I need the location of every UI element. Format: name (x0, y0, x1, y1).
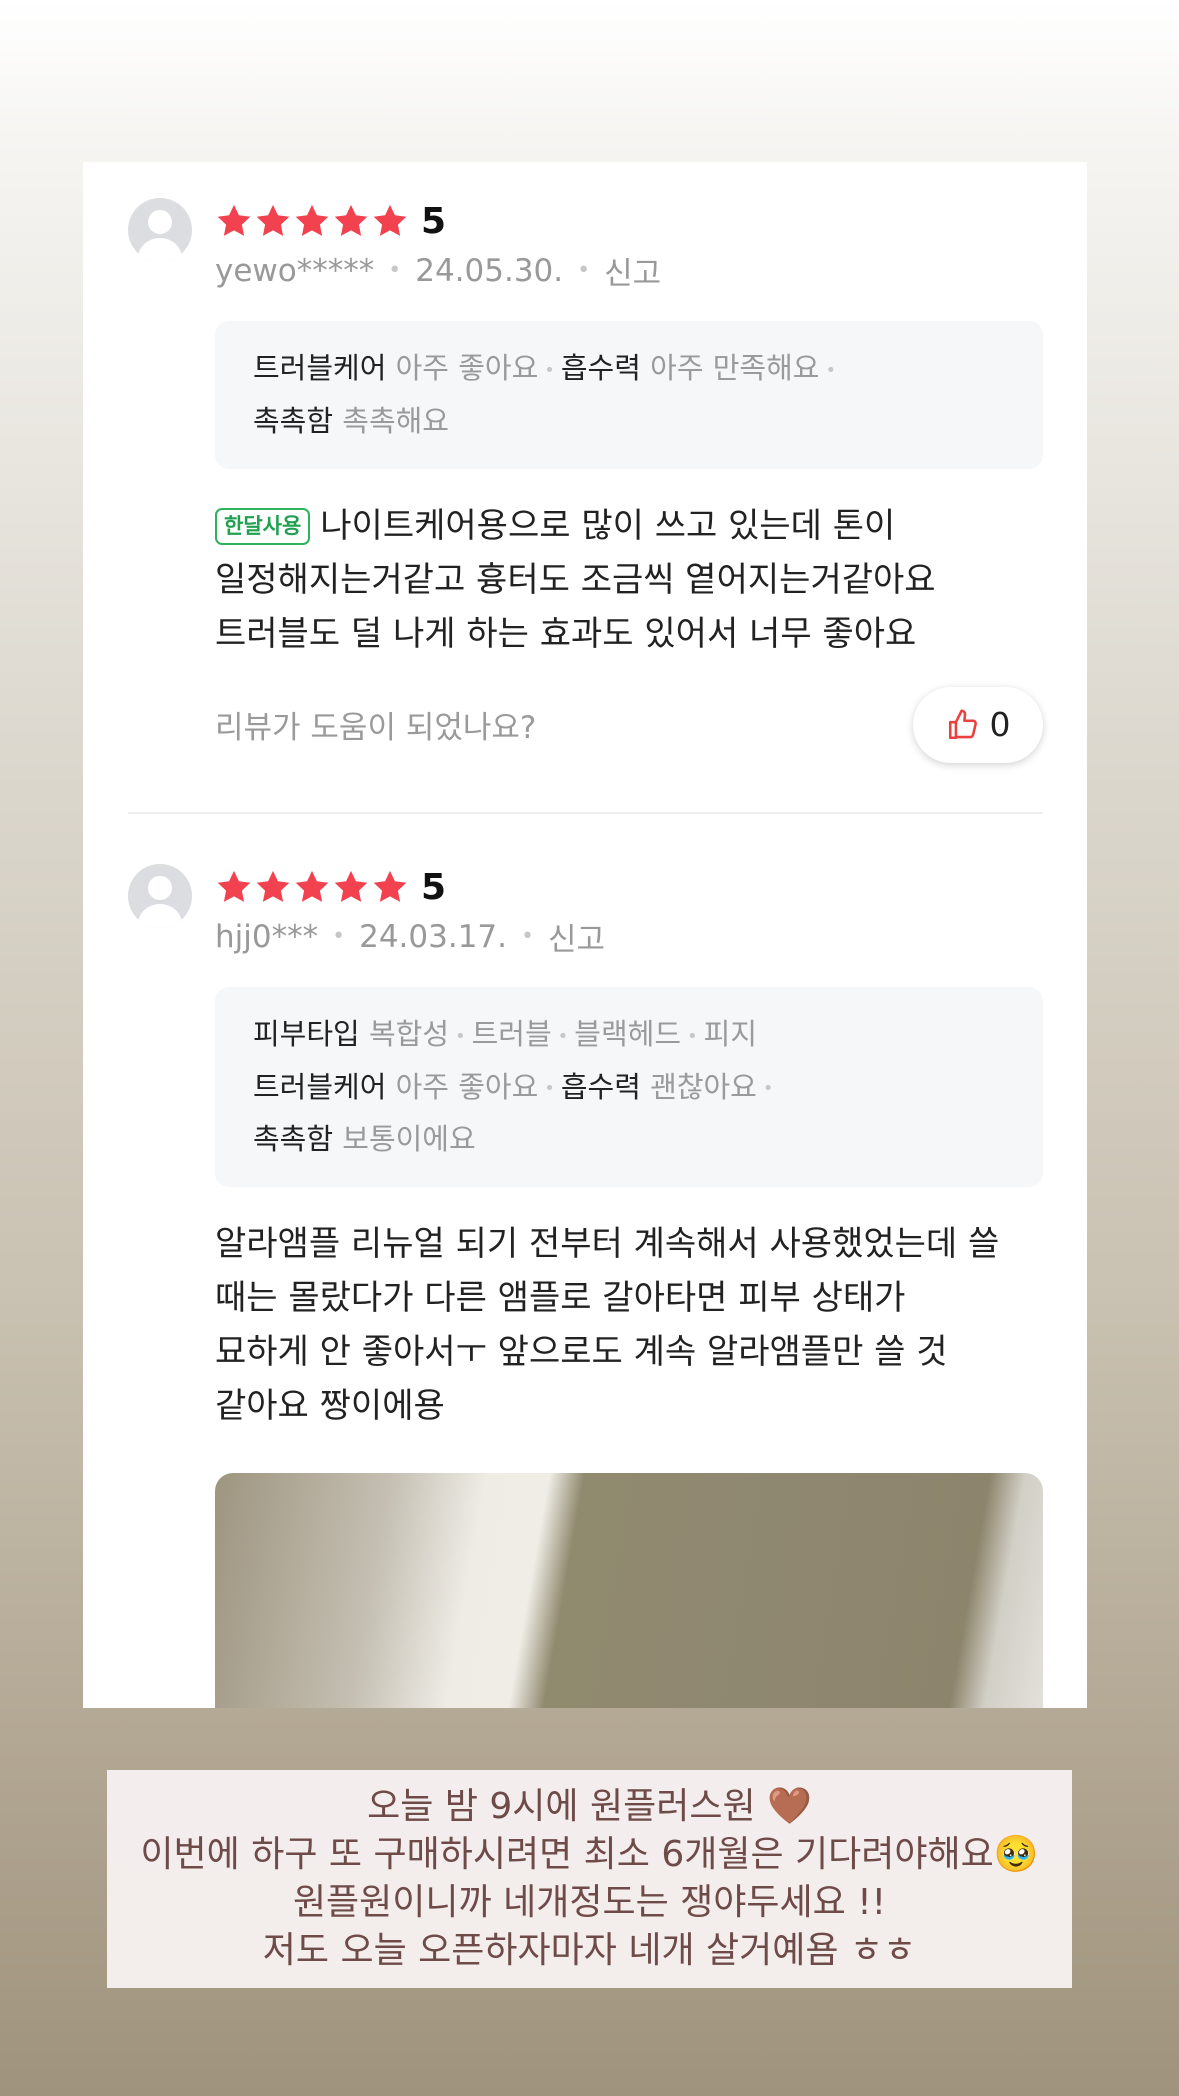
notice-line: 저도 오늘 오픈하자마자 네개 살거예욤 ㅎㅎ (262, 1930, 917, 1971)
spec-key: 트러블케어 (253, 351, 387, 385)
star-rating (215, 202, 409, 240)
review-meta: yewo***** • 24.05.30. • 신고 (215, 248, 1043, 293)
review-date: 24.03.17. (359, 918, 507, 955)
meta-separator: • (521, 924, 534, 949)
spec-line: 트러블케어 아주 좋아요 • 흡수력 아주 만족해요 • (253, 343, 1005, 396)
star-icon (373, 870, 407, 902)
spec-separator: • (544, 359, 555, 381)
notice-line: 오늘 밤 9시에 원플러스원 🤎 (367, 1786, 812, 1827)
thumbs-up-icon (948, 709, 977, 739)
spec-separator: • (455, 1025, 466, 1047)
review-photo[interactable] (215, 1473, 1043, 1708)
star-icon (295, 204, 329, 236)
notice-line: 이번에 하구 또 구매하시려면 최소 6개월은 기다려야해요🥹 (140, 1834, 1039, 1875)
like-count: 0 (989, 705, 1011, 744)
spec-box: 피부타입 복합성 • 트러블 • 블랙헤드 • 피지 트러블케어 아주 좋아요 • 흡수력 괜찮… (215, 987, 1043, 1187)
review-card: 5 yewo***** • 24.05.30. • 신고 트러블케어 아주 좋아… (83, 162, 1087, 1708)
notice-banner: 오늘 밤 9시에 원플러스원 🤎 이번에 하구 또 구매하시려면 최소 6개월은… (107, 1770, 1072, 1988)
review-text-line: 일정해지는거같고 흉터도 조금씩 옅어지는거같아요 (215, 559, 936, 600)
avatar-body-icon (138, 904, 182, 928)
spec-line: 촉촉함 촉촉해요 (253, 396, 1005, 447)
spec-separator: • (762, 1078, 774, 1099)
username: hjj0*** (215, 918, 319, 955)
review-meta: hjj0*** • 24.03.17. • 신고 (215, 914, 1043, 959)
star-rating (215, 868, 409, 906)
star-icon (373, 204, 407, 236)
skin-type-value: 블랙헤드 (574, 1017, 682, 1051)
report-link[interactable]: 신고 (604, 248, 661, 293)
review-text-line: 알라앰플 리뉴얼 되기 전부터 계속해서 사용했었는데 쓸 (215, 1224, 1000, 1264)
rating-value: 5 (421, 200, 447, 242)
review-text-line: 때는 몰랐다가 다른 앰플로 갈아타면 피부 상태가 (215, 1278, 906, 1318)
rating-row: 5 (215, 198, 1043, 244)
spec-value: 아주 만족해요 (650, 351, 820, 385)
star-icon (256, 870, 290, 902)
avatar (128, 198, 192, 262)
skin-type-value: 피지 (703, 1017, 758, 1051)
review-text-line: 같아요 짱이에용 (215, 1386, 445, 1426)
spec-separator: • (687, 1025, 698, 1047)
review-text: 한달사용 나이트케어용으로 많이 쓰고 있는데 톤이 일정해지는거같고 흉터도 조… (215, 499, 1043, 661)
username: yewo***** (215, 252, 375, 289)
notice-line: 원플원이니까 네개정도는 쟁야두세요 !! (292, 1882, 887, 1923)
avatar-head-icon (148, 210, 172, 234)
spec-key: 촉촉함 (253, 1122, 334, 1156)
spec-value: 괜찮아요 (650, 1069, 757, 1104)
review-text-span: 나이트케어용으로 많이 쓰고 있는데 톤이 (320, 505, 896, 546)
star-icon (334, 204, 368, 236)
like-button[interactable]: 0 (913, 686, 1043, 763)
star-icon (217, 204, 251, 236)
spec-separator: • (557, 1025, 569, 1047)
spec-line: 촉촉함 보통이에요 (253, 1114, 1005, 1165)
review-text-line: 묘하게 안 좋아서ㅜ 앞으로도 계속 알라앰플만 쓸 것 (215, 1332, 948, 1372)
avatar-body-icon (138, 238, 182, 262)
meta-separator: • (332, 924, 346, 949)
review-text-line: 한달사용 나이트케어용으로 많이 쓰고 있는데 톤이 (215, 499, 1043, 553)
review-divider (128, 812, 1043, 814)
spec-value: 보통이에요 (342, 1122, 476, 1156)
usage-period-tag: 한달사용 (215, 507, 311, 545)
review-text-line: 트러블도 덜 나게 하는 효과도 있어서 너무 좋아요 (215, 613, 917, 654)
review-content: 5 hjj0*** • 24.03.17. • 신고 피부타입 복합성 • 트러블 •… (215, 864, 1043, 1708)
review-date: 24.05.30. (415, 252, 564, 289)
spec-key: 피부타입 (253, 1017, 360, 1051)
skin-type-value: 트러블 (471, 1017, 552, 1051)
star-icon (217, 870, 251, 902)
spec-line: 트러블케어 아주 좋아요 • 흡수력 괜찮아요 • (253, 1062, 1005, 1115)
rating-row: 5 (215, 864, 1043, 910)
review-text: 알라앰플 리뉴얼 되기 전부터 계속해서 사용했었는데 쓸 때는 몰랐다가 다른… (215, 1217, 1043, 1433)
spec-key: 흡수력 (560, 1069, 641, 1104)
spec-key: 촉촉함 (253, 403, 334, 438)
spec-value: 아주 좋아요 (395, 1069, 539, 1104)
spec-box: 트러블케어 아주 좋아요 • 흡수력 아주 만족해요 • 촉촉함 촉촉해요 (215, 321, 1043, 469)
helpful-row: 리뷰가 도움이 되었나요? 0 (215, 685, 1043, 765)
spec-separator: • (825, 359, 837, 381)
star-icon (256, 204, 290, 236)
meta-separator: • (388, 258, 402, 283)
skin-type-line: 피부타입 복합성 • 트러블 • 블랙헤드 • 피지 (253, 1009, 1005, 1062)
spec-value: 아주 좋아요 (395, 351, 539, 385)
avatar (128, 864, 192, 928)
helpful-question: 리뷰가 도움이 되었나요? (215, 710, 537, 746)
spec-key: 트러블케어 (253, 1069, 387, 1104)
star-icon (295, 870, 329, 902)
review-content: 5 yewo***** • 24.05.30. • 신고 트러블케어 아주 좋아… (215, 198, 1043, 765)
spec-value: 촉촉해요 (342, 403, 449, 438)
spec-separator: • (544, 1078, 555, 1099)
rating-value: 5 (421, 866, 447, 908)
skin-type-value: 복합성 (368, 1017, 449, 1051)
avatar-head-icon (148, 876, 172, 900)
spec-key: 흡수력 (560, 351, 641, 385)
meta-separator: • (577, 258, 591, 283)
star-icon (334, 870, 368, 902)
report-link[interactable]: 신고 (548, 914, 605, 959)
